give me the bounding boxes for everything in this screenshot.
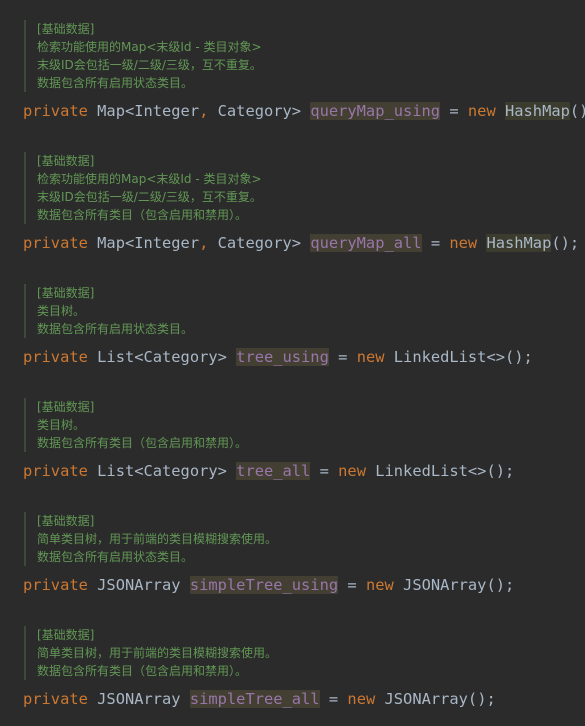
assign-operator: = <box>449 102 459 120</box>
code-line-simpleTree-all[interactable]: private JSONArray simpleTree_all = new J… <box>23 688 496 710</box>
doc-line: 末级ID会包括一级/二级/三级，互不重复。 <box>37 58 262 72</box>
modifier-keyword: private <box>23 462 88 480</box>
doc-comment-queryMap-using: [基础数据] 检索功能使用的Map<末级Id - 类目对象> 末级ID会包括一级… <box>24 20 262 92</box>
doc-line: 数据包含所有类目（包含启用和禁用）。 <box>37 208 248 222</box>
type-name: Map<Integer <box>97 234 200 252</box>
code-line-queryMap-all[interactable]: private Map<Integer, Category> queryMap_… <box>23 232 579 254</box>
doc-line: 数据包含所有启用状态类目。 <box>37 76 194 90</box>
modifier-keyword: private <box>23 690 88 708</box>
new-keyword: new <box>356 348 385 366</box>
statement-tail: (); <box>467 690 496 708</box>
doc-line: [基础数据] <box>37 514 95 528</box>
constructor-class[interactable]: LinkedList<> <box>375 462 486 480</box>
comma: , <box>199 102 209 120</box>
doc-line: 类目树。 <box>37 418 86 432</box>
field-name[interactable]: queryMap_using <box>310 102 441 120</box>
constructor-class[interactable]: JSONArray <box>385 690 468 708</box>
doc-line: 检索功能使用的Map<末级Id - 类目对象> <box>37 172 262 186</box>
assign-operator: = <box>319 462 329 480</box>
code-line-simpleTree-using[interactable]: private JSONArray simpleTree_using = new… <box>23 574 514 596</box>
code-line-tree-using[interactable]: private List<Category> tree_using = new … <box>23 346 533 368</box>
statement-tail: (); <box>486 576 515 594</box>
statement-tail: (); <box>486 462 515 480</box>
assign-operator: = <box>328 690 339 708</box>
assign-operator: = <box>338 348 348 366</box>
modifier-keyword: private <box>23 348 88 366</box>
type-name-rest: Category> <box>208 234 302 252</box>
doc-line: 数据包含所有类目（包含启用和禁用）。 <box>37 664 248 678</box>
doc-line: [基础数据] <box>37 628 95 642</box>
constructor-class[interactable]: HashMap <box>486 234 552 252</box>
type-name-rest: Category> <box>208 102 302 120</box>
modifier-keyword: private <box>23 234 88 252</box>
constructor-class[interactable]: JSONArray <box>403 576 486 594</box>
type-name: List<Category> <box>97 348 227 366</box>
comma: , <box>199 234 209 252</box>
assign-operator: = <box>430 234 441 252</box>
doc-comment-tree-all: [基础数据] 类目树。 数据包含所有类目（包含启用和禁用）。 <box>24 398 247 452</box>
new-keyword: new <box>338 462 366 480</box>
type-name: List<Category> <box>97 462 227 480</box>
constructor-class[interactable]: HashMap <box>505 102 570 120</box>
doc-line: 简单类目树，用于前端的类目模糊搜索使用。 <box>37 646 278 660</box>
type-name: JSONArray <box>97 690 181 708</box>
doc-comment-queryMap-all: [基础数据] 检索功能使用的Map<末级Id - 类目对象> 末级ID会包括一级… <box>24 152 262 224</box>
doc-comment-tree-using: [基础数据] 类目树。 数据包含所有启用状态类目。 <box>24 284 193 338</box>
doc-line: 检索功能使用的Map<末级Id - 类目对象> <box>37 40 262 54</box>
modifier-keyword: private <box>23 102 88 120</box>
doc-line: 数据包含所有类目（包含启用和禁用）。 <box>37 436 248 450</box>
code-line-tree-all[interactable]: private List<Category> tree_all = new Li… <box>23 460 514 482</box>
statement-tail: (); <box>504 348 533 366</box>
field-name[interactable]: queryMap_all <box>310 234 422 252</box>
type-name: JSONArray <box>97 576 181 594</box>
doc-line: 末级ID会包括一级/二级/三级，互不重复。 <box>37 190 262 204</box>
doc-line: [基础数据] <box>37 154 95 168</box>
modifier-keyword: private <box>23 576 88 594</box>
field-name[interactable]: tree_using <box>236 348 329 366</box>
doc-line: 类目树。 <box>37 304 86 318</box>
new-keyword: new <box>347 690 376 708</box>
new-keyword: new <box>449 234 478 252</box>
statement-tail: (); <box>551 234 580 252</box>
doc-comment-simpleTree-using: [基础数据] 简单类目树，用于前端的类目模糊搜索使用。 数据包含所有启用状态类目… <box>24 512 277 566</box>
code-line-queryMap-using[interactable]: private Map<Integer, Category> queryMap_… <box>23 100 585 122</box>
doc-line: [基础数据] <box>37 286 95 300</box>
doc-line: 数据包含所有启用状态类目。 <box>37 550 194 564</box>
doc-comment-simpleTree-all: [基础数据] 简单类目树，用于前端的类目模糊搜索使用。 数据包含所有类目（包含启… <box>24 626 277 680</box>
field-name[interactable]: simpleTree_using <box>189 576 339 594</box>
type-name: Map<Integer <box>97 102 200 120</box>
field-name[interactable]: simpleTree_all <box>189 690 320 708</box>
constructor-class[interactable]: LinkedList<> <box>394 348 505 366</box>
assign-operator: = <box>347 576 357 594</box>
new-keyword: new <box>365 576 394 594</box>
doc-line: [基础数据] <box>37 22 95 36</box>
field-name[interactable]: tree_all <box>236 462 311 480</box>
doc-line: [基础数据] <box>37 400 95 414</box>
doc-line: 简单类目树，用于前端的类目模糊搜索使用。 <box>37 532 278 546</box>
doc-line: 数据包含所有启用状态类目。 <box>37 322 194 336</box>
new-keyword: new <box>467 102 496 120</box>
statement-tail: (); <box>569 102 585 120</box>
